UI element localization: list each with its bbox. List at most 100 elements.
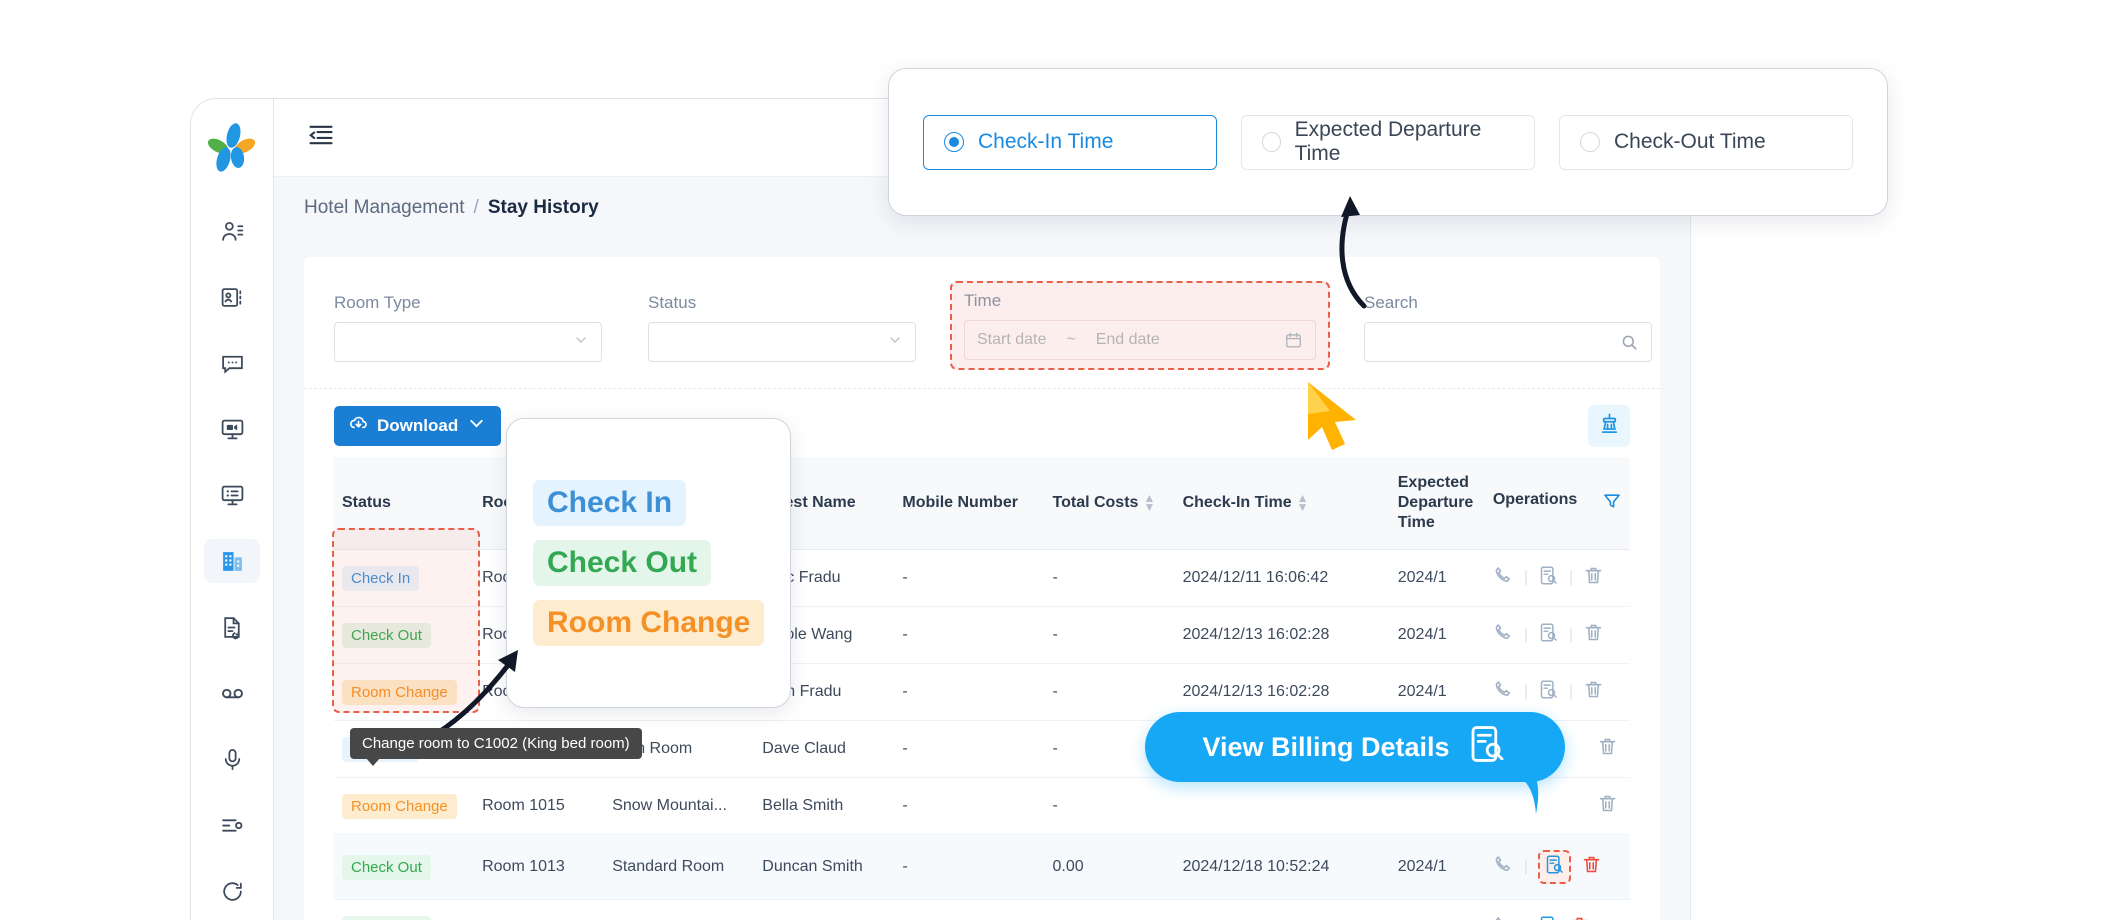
billing-details-icon[interactable] [1538, 679, 1559, 705]
cell-guest-name: Bella Smith [754, 777, 895, 835]
delete-icon[interactable] [1581, 854, 1602, 880]
cell-status: Check Out [334, 899, 475, 920]
cell-room-number: Room 1013 [474, 899, 605, 920]
chevron-down-icon [887, 332, 903, 353]
phone-icon[interactable] [1493, 622, 1514, 648]
content-region: Room Type Status Time Start date ~ End d… [274, 239, 1690, 920]
sidebar-item-video-monitor[interactable] [204, 407, 260, 451]
sidebar-item-messages[interactable] [204, 341, 260, 385]
status-column-highlight [332, 528, 480, 713]
ops-divider: | [1568, 626, 1574, 643]
delete-icon[interactable] [1583, 679, 1604, 705]
ops-divider: | [1523, 569, 1528, 586]
legend-check-out: Check Out [533, 540, 712, 586]
sidebar-item-hotel-management[interactable] [204, 539, 260, 583]
sidebar-item-id-card[interactable] [204, 275, 260, 319]
col-operations-label: Operations [1492, 490, 1578, 508]
sidebar-item-documents[interactable] [204, 605, 260, 649]
sidebar-item-user-profile[interactable] [204, 209, 260, 253]
status-select[interactable] [648, 322, 916, 362]
cell-expected: 2024/1 [1389, 899, 1485, 920]
phone-icon[interactable] [1493, 854, 1514, 880]
billing-details-icon[interactable] [1538, 915, 1559, 920]
filter-time: Time Start date ~ End date [950, 281, 1330, 370]
cell-room-type: Standard Room [604, 834, 755, 900]
col-mobile-number[interactable]: Mobile Number [894, 457, 1045, 550]
delete-icon[interactable] [1597, 793, 1618, 819]
delete-icon[interactable] [1597, 736, 1618, 762]
cell-expected: 2024/1 [1389, 834, 1485, 900]
delete-icon[interactable] [1583, 565, 1604, 591]
radio-expected-departure-time-label: Expected Departure Time [1294, 118, 1482, 165]
sliders-icon [220, 813, 245, 838]
phone-icon[interactable] [1493, 679, 1514, 705]
app-window: Hotel Management / Stay History Room Typ… [190, 98, 1690, 920]
radio-check-in-time[interactable]: Check-In Time [923, 114, 1217, 170]
col-total-costs[interactable]: Total Costs ▲ ▼ [1044, 457, 1175, 550]
screenshot-root: Hotel Management / Stay History Room Typ… [0, 0, 2127, 920]
cell-status: Check Out [334, 834, 475, 900]
table-row[interactable]: Check Out Room 1013 Twin Room Nicole Liu… [334, 899, 1630, 920]
phone-icon[interactable] [1493, 915, 1514, 920]
cell-mobile: - [894, 834, 1045, 900]
cell-mobile: - [894, 549, 1045, 607]
clear-filters-button[interactable] [1588, 405, 1630, 447]
end-date-input[interactable]: End date [1096, 331, 1160, 349]
sort-icon[interactable]: ▲ ▼ [1297, 492, 1309, 513]
billing-details-icon[interactable] [1538, 622, 1559, 648]
sidebar-item-voicemail[interactable] [204, 671, 260, 715]
start-date-input[interactable]: Start date [977, 331, 1046, 349]
download-button[interactable]: Download [334, 406, 502, 446]
radio-check-out-time-label: Check-Out Time [1614, 130, 1766, 153]
chevron-down-icon [466, 413, 487, 439]
breadcrumb-parent[interactable]: Hotel Management [304, 197, 465, 219]
cell-checkin: 2024/12/13 16:02:28 [1174, 606, 1390, 664]
radio-expected-departure-time[interactable]: Expected Departure Time [1241, 114, 1535, 170]
phone-icon[interactable] [1493, 565, 1514, 591]
app-logo [205, 121, 258, 174]
radio-check-out-time[interactable]: Check-Out Time [1559, 114, 1853, 170]
search-input[interactable] [1364, 322, 1652, 362]
calendar-icon[interactable] [1284, 331, 1303, 350]
sidebar-collapse-button[interactable] [304, 121, 338, 155]
table-row[interactable]: Check Out Room 1013 Standard Room Duncan… [334, 834, 1630, 900]
monitor-video-icon [220, 417, 245, 442]
col-expected-departure-time[interactable]: Expected Departure Time [1389, 457, 1485, 550]
ops-divider: | [1523, 626, 1528, 643]
cell-cost: 10.00 [1044, 899, 1175, 920]
sidebar-item-sync[interactable] [204, 869, 260, 913]
filter-status: Status [636, 285, 928, 370]
view-billing-details-label: View Billing Details [1202, 731, 1450, 762]
col-check-in-time[interactable]: Check-In Time ▲ ▼ [1174, 457, 1390, 550]
legend-check-in: Check In [533, 480, 687, 526]
billing-details-icon[interactable] [1538, 565, 1559, 591]
room-type-select[interactable] [334, 322, 602, 362]
cell-checkin: 2024/12/11 16:06:42 [1174, 549, 1390, 607]
table-row[interactable]: Room Change Room 1015 Snow Mountai... Be… [334, 777, 1630, 835]
filter-search-label: Search [1364, 293, 1418, 312]
sidebar-item-settings-sliders[interactable] [204, 803, 260, 847]
voicemail-icon [220, 681, 245, 706]
radio-check-in-time-label: Check-In Time [978, 130, 1114, 153]
refresh-circle-icon [220, 879, 245, 904]
sort-icon[interactable]: ▲ ▼ [1143, 492, 1155, 513]
status-legend-popup: Check In Check Out Room Change [506, 418, 791, 708]
delete-icon[interactable] [1583, 622, 1604, 648]
mouse-pointer-cursor [1300, 378, 1374, 458]
time-range-picker[interactable]: Start date ~ End date [964, 320, 1316, 360]
sidebar-item-display-board[interactable] [204, 473, 260, 517]
callout-tail [1500, 760, 1558, 820]
cell-room-number: Room 1015 [474, 777, 605, 835]
search-icon[interactable] [1620, 333, 1639, 352]
microphone-icon [220, 747, 245, 772]
building-icon [220, 549, 245, 574]
cell-checkin [1174, 777, 1390, 835]
billing-details-icon[interactable] [1537, 850, 1571, 884]
sidebar-item-microphone[interactable] [204, 737, 260, 781]
col-check-in-time-label: Check-In Time [1182, 494, 1292, 512]
sidebar-rail [191, 99, 274, 920]
funnel-filter-icon[interactable] [1602, 491, 1622, 516]
monitor-list-icon [220, 483, 245, 508]
delete-icon[interactable] [1569, 915, 1590, 920]
cell-cost: - [1044, 663, 1175, 721]
